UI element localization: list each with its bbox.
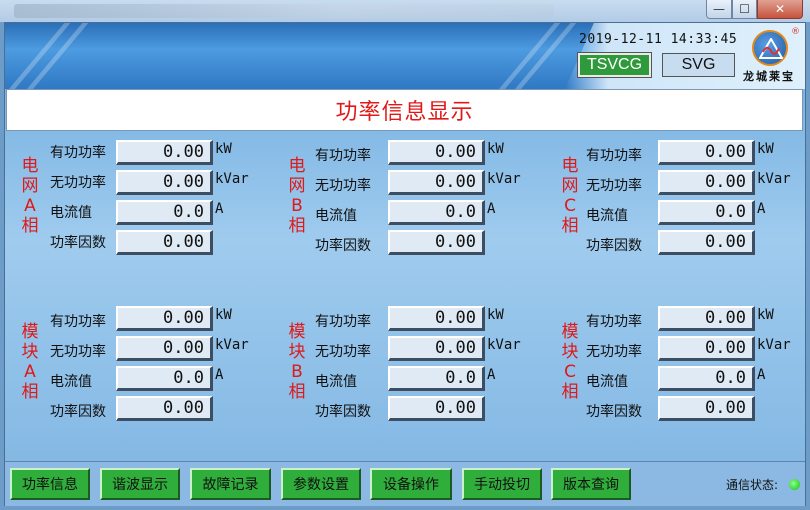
power-factor-value: 0.00 [658, 396, 755, 421]
power-factor-label: 功率因数 [586, 404, 642, 420]
reactive-power-value: 0.00 [116, 336, 213, 361]
active-power-value: 0.00 [116, 140, 213, 165]
reactive-power-label: 无功功率 [315, 178, 371, 194]
current-value: 0.0 [116, 200, 213, 225]
active-power-label: 有功功率 [315, 314, 371, 330]
active-power-unit: kW [215, 307, 232, 323]
active-power-unit: kW [487, 307, 504, 323]
group-label: 电网C相 [561, 156, 579, 236]
window-titlebar: — ☐ ✕ [0, 0, 810, 22]
parameter-settings-button[interactable]: 参数设置 [281, 468, 361, 500]
current-unit: A [215, 367, 224, 383]
current-label: 电流值 [315, 208, 357, 224]
active-power-value: 0.00 [658, 140, 755, 165]
close-button[interactable]: ✕ [757, 0, 803, 19]
reactive-power-value: 0.00 [388, 170, 485, 195]
brand-logo-icon [752, 30, 788, 66]
active-power-label: 有功功率 [50, 145, 106, 161]
active-power-unit: kW [215, 141, 232, 157]
reactive-power-value: 0.00 [116, 170, 213, 195]
active-power-unit: kW [487, 141, 504, 157]
current-label: 电流值 [586, 208, 628, 224]
current-label: 电流值 [586, 374, 628, 390]
reactive-power-unit: kVar [757, 337, 791, 353]
power-factor-value: 0.00 [388, 230, 485, 255]
current-label: 电流值 [50, 374, 92, 390]
active-power-value: 0.00 [388, 140, 485, 165]
power-info-button[interactable]: 功率信息 [10, 468, 90, 500]
harmonic-display-button[interactable]: 谐波显示 [100, 468, 180, 500]
reactive-power-value: 0.00 [658, 336, 755, 361]
minimize-button[interactable]: — [706, 0, 732, 19]
reactive-power-label: 无功功率 [315, 344, 371, 360]
power-factor-value: 0.00 [116, 230, 213, 255]
comm-status-indicator-icon [789, 479, 800, 490]
power-factor-label: 功率因数 [315, 404, 371, 420]
power-factor-label: 功率因数 [50, 404, 106, 420]
group-label: 模块C相 [561, 322, 579, 402]
brand-name: 龙城莱宝 [743, 70, 795, 83]
current-value: 0.0 [658, 366, 755, 391]
datetime-display: 2019-12-11 14:33:45 [579, 32, 738, 47]
page-title: 功率信息显示 [335, 100, 474, 125]
current-unit: A [487, 201, 496, 217]
power-factor-label: 功率因数 [586, 238, 642, 254]
maximize-button[interactable]: ☐ [732, 0, 757, 19]
active-power-unit: kW [757, 141, 774, 157]
active-power-value: 0.00 [388, 306, 485, 331]
group-label: 模块A相 [21, 322, 39, 402]
current-unit: A [215, 201, 224, 217]
active-power-label: 有功功率 [315, 148, 371, 164]
fault-record-button[interactable]: 故障记录 [190, 468, 271, 500]
power-factor-value: 0.00 [116, 396, 213, 421]
active-power-unit: kW [757, 307, 774, 323]
header-decoration [511, 23, 577, 89]
group-label: 模块B相 [288, 322, 306, 402]
power-factor-label: 功率因数 [50, 235, 106, 251]
current-unit: A [757, 201, 766, 217]
group-label: 电网A相 [21, 156, 39, 236]
power-factor-value: 0.00 [658, 230, 755, 255]
group-label: 电网B相 [288, 156, 306, 236]
current-label: 电流值 [50, 205, 92, 221]
page-title-bar: 功率信息显示 [6, 89, 803, 131]
reactive-power-unit: kVar [487, 337, 521, 353]
current-unit: A [487, 367, 496, 383]
reactive-power-label: 无功功率 [50, 175, 106, 191]
current-value: 0.0 [388, 366, 485, 391]
current-value: 0.0 [658, 200, 755, 225]
reactive-power-value: 0.00 [388, 336, 485, 361]
current-label: 电流值 [315, 374, 357, 390]
window-title-area [14, 4, 554, 18]
reactive-power-unit: kVar [757, 171, 791, 187]
comm-status-label: 通信状态: [726, 478, 779, 492]
current-value: 0.0 [116, 366, 213, 391]
manual-switch-button[interactable]: 手动投切 [462, 468, 542, 500]
active-power-label: 有功功率 [586, 314, 642, 330]
reactive-power-unit: kVar [215, 337, 249, 353]
registered-mark: ® [791, 27, 800, 37]
reactive-power-label: 无功功率 [586, 344, 642, 360]
active-power-label: 有功功率 [50, 314, 106, 330]
active-power-value: 0.00 [658, 306, 755, 331]
active-power-value: 0.00 [116, 306, 213, 331]
reactive-power-unit: kVar [215, 171, 249, 187]
reactive-power-unit: kVar [487, 171, 521, 187]
power-factor-value: 0.00 [388, 396, 485, 421]
device-operation-button[interactable]: 设备操作 [370, 468, 452, 500]
version-query-button[interactable]: 版本查询 [551, 468, 631, 500]
reactive-power-label: 无功功率 [50, 344, 106, 360]
current-unit: A [757, 367, 766, 383]
reactive-power-value: 0.00 [658, 170, 755, 195]
tab-svg[interactable]: SVG [662, 53, 735, 77]
power-factor-label: 功率因数 [315, 238, 371, 254]
active-power-label: 有功功率 [586, 148, 642, 164]
reactive-power-label: 无功功率 [586, 178, 642, 194]
tab-tsvcg[interactable]: TSVCG [577, 52, 652, 78]
current-value: 0.0 [388, 200, 485, 225]
